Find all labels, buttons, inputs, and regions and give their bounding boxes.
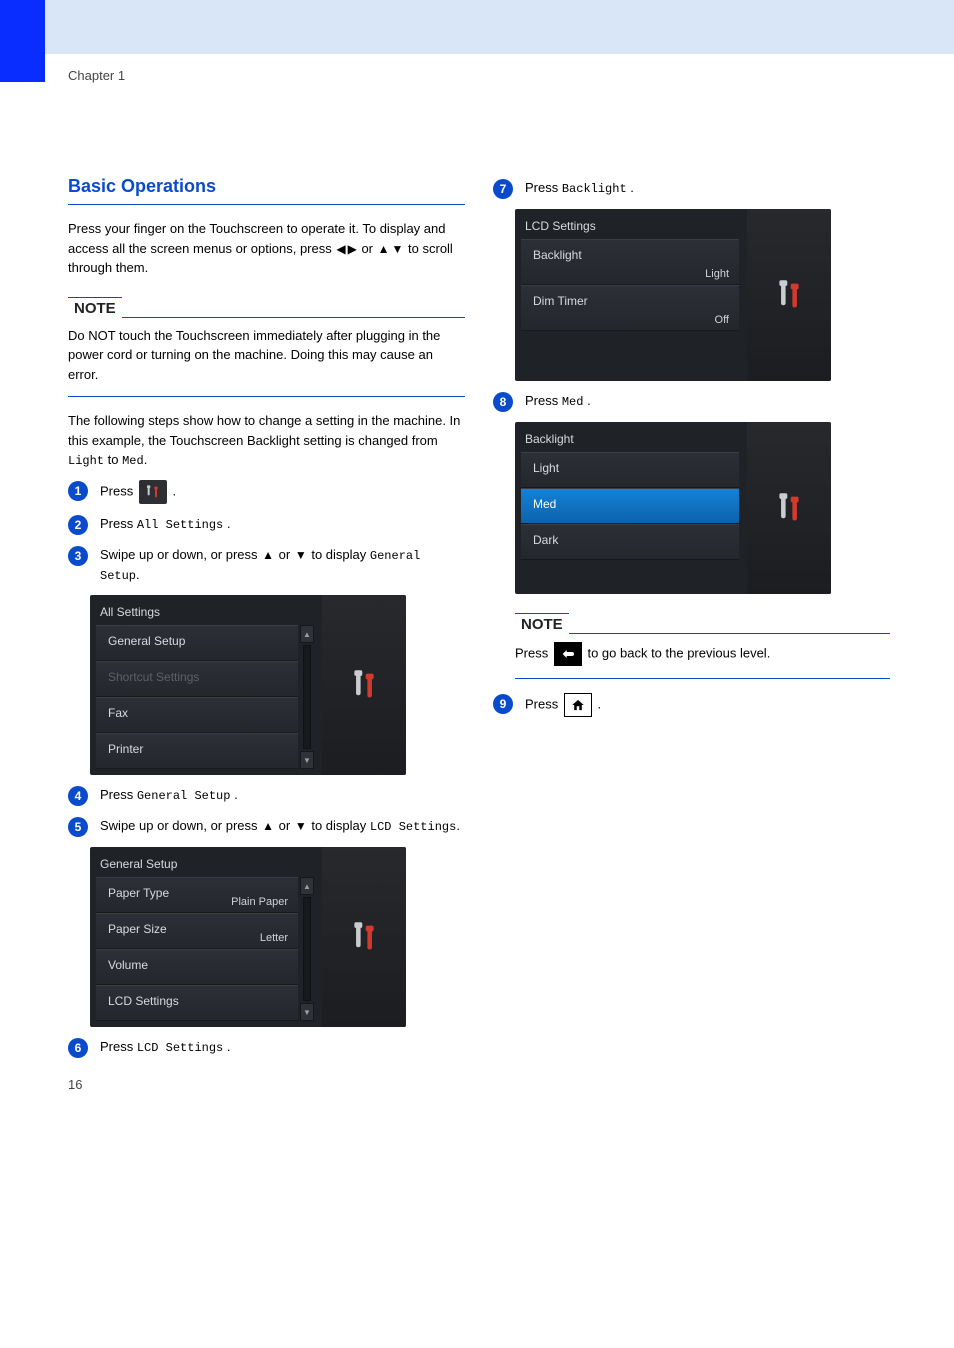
to-value: Med: [122, 454, 144, 468]
arrow-up-icon: ▲: [262, 817, 274, 835]
scrollbar[interactable]: ▲ ▼: [300, 877, 314, 1021]
arrow-left-icon: ◀: [336, 240, 345, 258]
arrow-down-icon: ▼: [295, 546, 307, 564]
note-text-2: Press to go back to the previous level.: [515, 642, 890, 666]
step-7: 7 Press Backlight .: [493, 178, 890, 199]
step-bullet-1: 1: [68, 481, 88, 501]
settings-icon[interactable]: [139, 480, 167, 504]
list-item[interactable]: General Setup: [96, 625, 298, 661]
scroll-up-icon[interactable]: ▲: [300, 877, 314, 895]
option-med[interactable]: Med: [521, 488, 739, 524]
scrollbar[interactable]: ▲ ▼: [300, 625, 314, 769]
page-number: 16: [68, 1077, 82, 1092]
list-item[interactable]: Printer: [96, 733, 298, 769]
step4-label: General Setup: [137, 789, 231, 803]
from-value: Light: [68, 454, 104, 468]
tools-icon: [350, 920, 378, 954]
tools-icon: [775, 278, 803, 312]
side-blue-strip: [0, 54, 45, 82]
arrow-down-icon: ▼: [295, 817, 307, 835]
step5-target: LCD Settings: [370, 820, 456, 834]
screen-general-setup-title: General Setup: [90, 853, 322, 877]
screen-lcd-settings: LCD Settings Backlight Light Dim Timer O…: [515, 209, 831, 381]
step-bullet-2: 2: [68, 515, 88, 535]
arrow-right-icon: ▶: [348, 240, 357, 258]
step-2: 2 Press All Settings .: [68, 514, 465, 535]
step-bullet-7: 7: [493, 179, 513, 199]
list-item[interactable]: Backlight Light: [521, 239, 739, 285]
section-heading-basic-ops: Basic Operations: [68, 174, 465, 205]
note-text-1: Do NOT touch the Touchscreen immediately…: [68, 326, 465, 385]
screen-backlight-title: Backlight: [515, 428, 747, 452]
right-column: 7 Press Backlight . LCD Settings Backlig…: [493, 174, 890, 1068]
screen-general-setup: General Setup Paper Type Plain Paper Pap…: [90, 847, 406, 1027]
list-item[interactable]: LCD Settings: [96, 985, 298, 1021]
screen-lcd-settings-title: LCD Settings: [515, 215, 747, 239]
chapter-label: Chapter 1: [68, 68, 125, 83]
step-bullet-4: 4: [68, 786, 88, 806]
step-bullet-5: 5: [68, 817, 88, 837]
step2-label: All Settings: [137, 518, 223, 532]
screen-backlight: Backlight Light Med Dark: [515, 422, 831, 594]
list-item[interactable]: Volume: [96, 949, 298, 985]
list-item[interactable]: Fax: [96, 697, 298, 733]
step6-label: LCD Settings: [137, 1041, 223, 1055]
list-item[interactable]: Paper Size Letter: [96, 913, 298, 949]
step-3: 3 Swipe up or down, or press ▲ or ▼ to d…: [68, 545, 465, 585]
step-9: 9 Press .: [493, 693, 890, 717]
list-item[interactable]: Dim Timer Off: [521, 285, 739, 331]
option-dark[interactable]: Dark: [521, 524, 739, 560]
screen-all-settings: All Settings General Setup Shortcut Sett…: [90, 595, 406, 775]
home-icon[interactable]: [564, 693, 592, 717]
step-4: 4 Press General Setup .: [68, 785, 465, 806]
device-side-panel: [322, 847, 406, 1027]
list-item[interactable]: Shortcut Settings: [96, 661, 298, 697]
intro-text-or: or: [361, 241, 376, 256]
step8-label: Med: [562, 395, 584, 409]
left-column: Basic Operations Press your finger on th…: [68, 174, 465, 1068]
header-band: [0, 0, 954, 54]
step-8: 8 Press Med .: [493, 391, 890, 412]
step-bullet-9: 9: [493, 694, 513, 714]
explain-paragraph: The following steps show how to change a…: [68, 411, 465, 470]
device-side-panel: [747, 422, 831, 594]
note-box-2: NOTE Press to go back to the previous le…: [515, 612, 890, 679]
intro-paragraph: Press your finger on the Touchscreen to …: [68, 219, 465, 278]
note-title-2: NOTE: [515, 613, 569, 635]
scroll-up-icon[interactable]: ▲: [300, 625, 314, 643]
arrow-up-icon: ▲: [262, 546, 274, 564]
note-box-1: NOTE Do NOT touch the Touchscreen immedi…: [68, 296, 465, 398]
scroll-down-icon[interactable]: ▼: [300, 1003, 314, 1021]
step-1: 1 Press .: [68, 480, 465, 504]
note-title-1: NOTE: [68, 297, 122, 319]
step-bullet-8: 8: [493, 392, 513, 412]
device-side-panel: [322, 595, 406, 775]
option-light[interactable]: Light: [521, 452, 739, 488]
arrow-up-icon: ▲: [378, 240, 390, 258]
step-6: 6 Press LCD Settings .: [68, 1037, 465, 1058]
screen-all-settings-title: All Settings: [90, 601, 322, 625]
device-side-panel: [747, 209, 831, 381]
back-icon[interactable]: [554, 642, 582, 666]
step-bullet-3: 3: [68, 546, 88, 566]
tools-icon: [775, 491, 803, 525]
list-item[interactable]: Paper Type Plain Paper: [96, 877, 298, 913]
header-blue-tab: [0, 0, 45, 54]
scroll-down-icon[interactable]: ▼: [300, 751, 314, 769]
tools-icon: [350, 668, 378, 702]
step-bullet-6: 6: [68, 1038, 88, 1058]
step7-label: Backlight: [562, 182, 627, 196]
step-5: 5 Swipe up or down, or press ▲ or ▼ to d…: [68, 816, 465, 837]
arrow-down-icon: ▼: [392, 240, 404, 258]
